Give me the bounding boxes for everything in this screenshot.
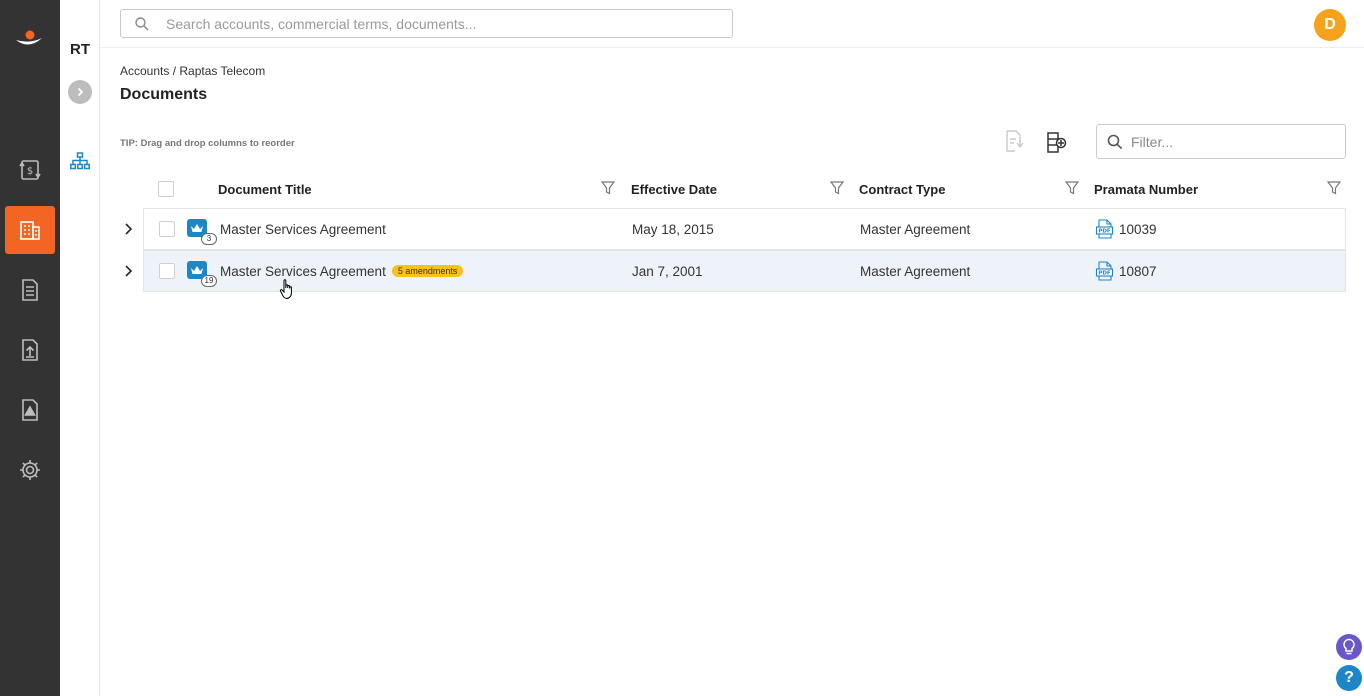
search-input[interactable]	[166, 15, 706, 32]
main-nav: $	[0, 0, 60, 696]
column-header-pramata-number[interactable]: Pramata Number	[1094, 182, 1198, 197]
chevron-right-icon	[77, 87, 84, 97]
account-initials: RT	[70, 41, 90, 58]
account-subnav: RT	[60, 0, 100, 696]
filter-icon[interactable]	[600, 181, 616, 200]
document-count-badge: 19	[201, 275, 217, 287]
effective-date: May 18, 2015	[632, 222, 714, 237]
pdf-icon[interactable]: PDF	[1095, 219, 1115, 244]
billing-icon[interactable]: $	[5, 146, 55, 194]
hand-cursor-icon	[279, 278, 297, 305]
breadcrumb[interactable]: Accounts / Raptas Telecom	[120, 64, 265, 78]
page-title: Documents	[120, 86, 208, 103]
logo-icon[interactable]	[14, 28, 44, 50]
column-header-effective-date[interactable]: Effective Date	[631, 182, 717, 197]
global-search[interactable]	[120, 9, 733, 38]
top-bar: D	[100, 0, 1364, 48]
expand-row-chevron-icon[interactable]	[122, 264, 134, 283]
filter-input[interactable]	[1131, 133, 1331, 150]
search-icon	[1107, 134, 1123, 150]
filter-icon[interactable]	[1326, 181, 1342, 200]
column-header-contract-type[interactable]: Contract Type	[859, 182, 945, 197]
expand-row-chevron-icon[interactable]	[122, 222, 134, 241]
settings-icon[interactable]	[5, 446, 55, 494]
document-count-badge: 3	[201, 233, 217, 245]
table-row[interactable]: 19 Master Services Agreement 5 amendments…	[143, 250, 1346, 292]
select-all-checkbox[interactable]	[158, 181, 174, 197]
lightbulb-icon[interactable]	[1336, 634, 1362, 660]
document-title[interactable]: Master Services Agreement 5 amendments	[220, 264, 464, 279]
filter-icon[interactable]	[1064, 181, 1080, 200]
document-badge: 19	[187, 261, 217, 287]
table-header: Document Title Effective Date Contract T…	[143, 172, 1346, 208]
svg-text:PDF: PDF	[1098, 271, 1111, 277]
contract-type: Master Agreement	[860, 222, 971, 237]
column-header-document-title[interactable]: Document Title	[218, 182, 312, 197]
effective-date: Jan 7, 2001	[632, 264, 703, 279]
pdf-icon[interactable]: PDF	[1095, 261, 1115, 286]
svg-text:PDF: PDF	[1098, 229, 1111, 235]
hierarchy-icon[interactable]	[70, 152, 90, 175]
row-checkbox[interactable]	[159, 263, 175, 279]
row-checkbox[interactable]	[159, 221, 175, 237]
reorder-tip: TIP: Drag and drop columns to reorder	[120, 138, 295, 149]
table-filter[interactable]	[1096, 124, 1346, 159]
accounts-icon[interactable]	[5, 206, 55, 254]
search-icon	[135, 16, 149, 31]
table-row[interactable]: 3 Master Services Agreement May 18, 2015…	[143, 208, 1346, 250]
document-title[interactable]: Master Services Agreement	[220, 222, 386, 237]
document-badge: 3	[187, 219, 217, 245]
amendments-badge[interactable]: 5 amendments	[391, 265, 464, 277]
export-icon[interactable]	[1004, 129, 1026, 160]
user-avatar[interactable]: D	[1314, 9, 1346, 41]
svg-text:$: $	[27, 166, 33, 177]
pramata-number[interactable]: 10039	[1119, 222, 1157, 237]
pramata-number[interactable]: 10807	[1119, 264, 1157, 279]
expand-subnav-button[interactable]	[68, 80, 92, 104]
help-button[interactable]: ?	[1336, 665, 1362, 691]
contract-type: Master Agreement	[860, 264, 971, 279]
filter-icon[interactable]	[829, 181, 845, 200]
app-root: $ RT Search accounts, commercial terms, …	[0, 0, 1364, 696]
column-settings-icon[interactable]	[1046, 131, 1068, 160]
documents-icon[interactable]	[5, 266, 55, 314]
alerts-icon[interactable]	[5, 386, 55, 434]
upload-icon[interactable]	[5, 326, 55, 374]
